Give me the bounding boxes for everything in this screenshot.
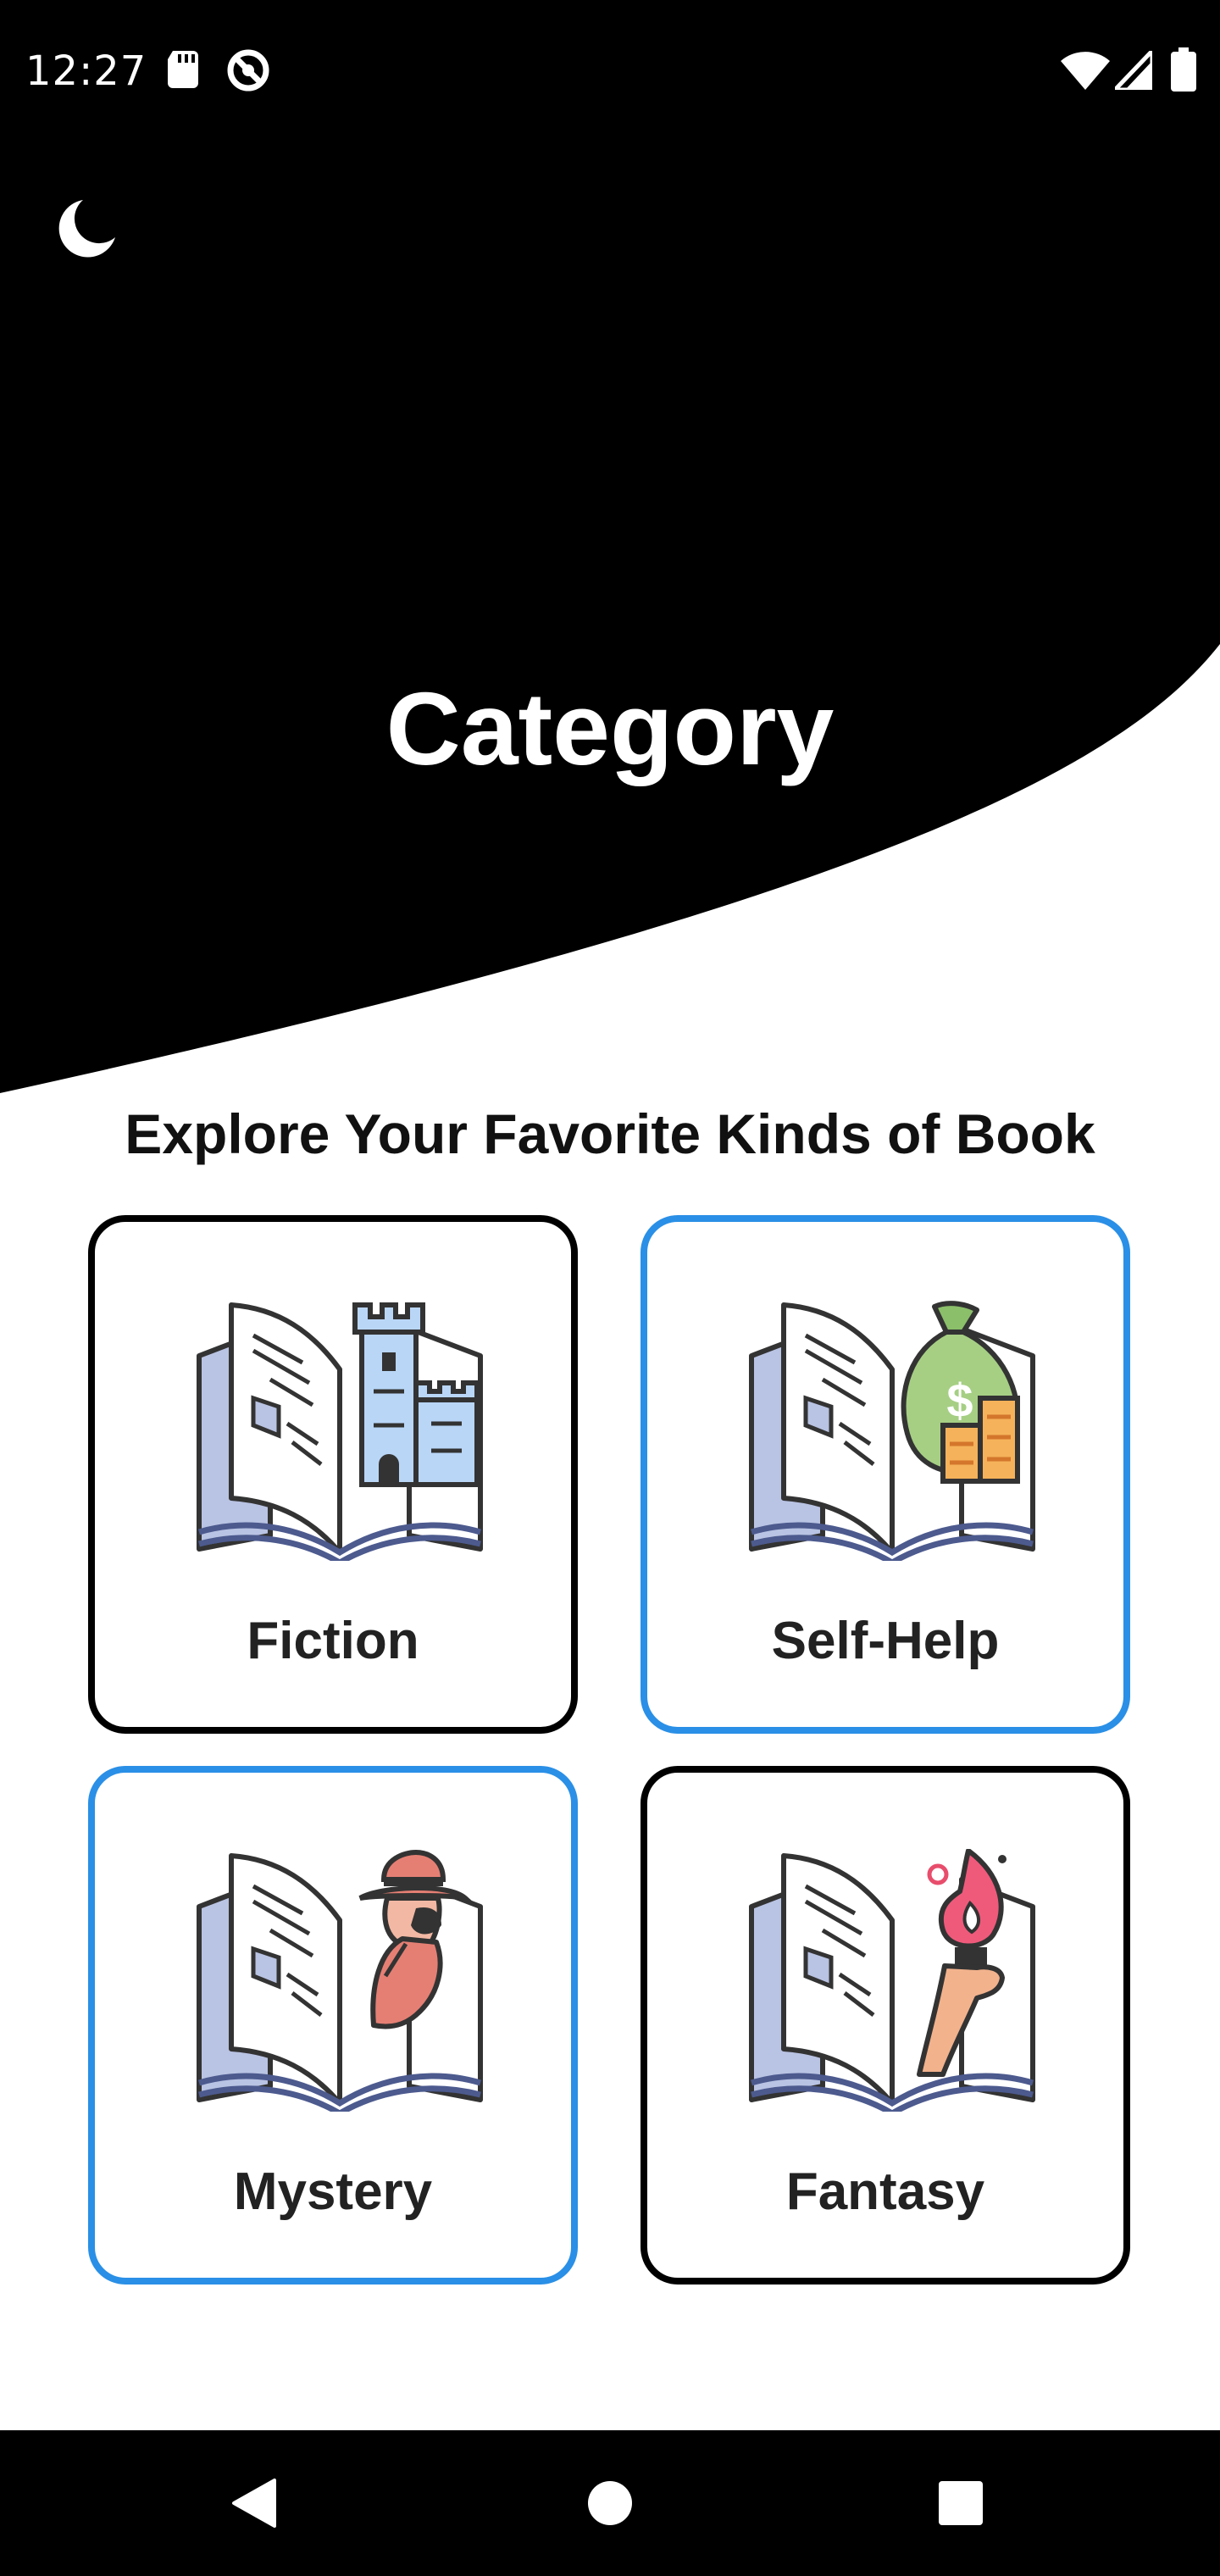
navigation-bar xyxy=(0,2430,1220,2576)
back-icon xyxy=(232,2479,276,2528)
book-detective-icon xyxy=(197,1849,483,2112)
moon-icon[interactable] xyxy=(49,193,120,264)
page-title: Category xyxy=(385,671,835,786)
status-bar: 12:27 xyxy=(0,0,1220,144)
recents-button[interactable] xyxy=(876,2430,1045,2576)
wifi-icon xyxy=(1061,52,1110,90)
recents-icon xyxy=(939,2481,983,2525)
category-label: Fantasy xyxy=(785,2162,985,2221)
book-money-bag-icon: $ xyxy=(749,1301,1035,1561)
battery-icon xyxy=(1171,47,1196,92)
back-button[interactable] xyxy=(169,2430,339,2576)
do-not-disturb-icon xyxy=(227,49,269,92)
category-label: Fiction xyxy=(247,1612,419,1670)
status-time: 12:27 xyxy=(25,47,147,95)
home-icon xyxy=(588,2481,632,2525)
svg-text:$: $ xyxy=(946,1374,973,1427)
category-card-fiction[interactable]: Fiction xyxy=(88,1215,578,1734)
sd-card-icon xyxy=(168,51,198,88)
category-label: Self-Help xyxy=(771,1612,1000,1670)
page-subtitle: Explore Your Favorite Kinds of Book xyxy=(125,1102,1095,1165)
home-button[interactable] xyxy=(525,2430,695,2576)
category-card-self-help[interactable]: $ Self-Help xyxy=(640,1215,1130,1734)
book-castle-icon xyxy=(197,1302,483,1561)
book-torch-icon xyxy=(749,1849,1035,2112)
header-background xyxy=(0,0,1220,1093)
category-label: Mystery xyxy=(233,2162,433,2221)
cell-signal-icon xyxy=(1115,51,1152,90)
category-card-fantasy[interactable]: Fantasy xyxy=(640,1766,1130,2285)
category-card-mystery[interactable]: Mystery xyxy=(88,1766,578,2285)
